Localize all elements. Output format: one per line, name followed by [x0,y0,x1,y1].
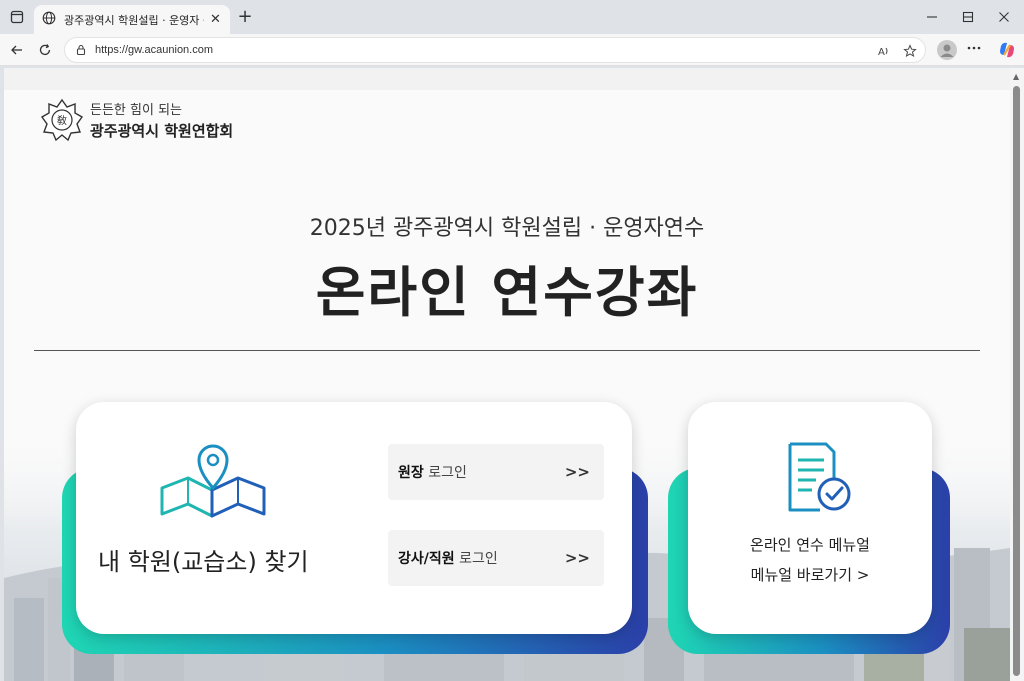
back-button[interactable] [6,39,28,61]
page-scrollbar[interactable]: ▲ [1010,68,1024,681]
maximize-button[interactable] [956,6,980,28]
manual-card[interactable]: 온라인 연수 메뉴얼 메뉴얼 바로가기 > [688,402,932,634]
find-academy-link[interactable]: 내 학원(교습소) 찾기 [98,542,309,577]
site-logo[interactable]: 敎 든든한 힘이 되는 광주광역시 학원연합회 [40,98,233,142]
manual-link[interactable]: 메뉴얼 바로가기 > [688,564,932,585]
tab-actions-icon[interactable] [6,6,28,28]
page-viewport: 敎 든든한 힘이 되는 광주광역시 학원연합회 2025년 광주광역시 학원설립… [4,68,1010,681]
staff-login-label: 강사/직원 로그인 [398,548,498,568]
staff-login-rest: 로그인 [454,551,498,567]
tab-close-icon[interactable]: ✕ [210,12,221,27]
scroll-up-icon[interactable]: ▲ [1013,72,1019,81]
more-options-icon[interactable] [966,39,982,59]
read-aloud-icon[interactable]: A [875,42,893,60]
close-window-button[interactable] [992,6,1016,28]
page-subtitle: 2025년 광주광역시 학원설립 · 운영자연수 [309,216,705,241]
staff-login-button[interactable]: 강사/직원 로그인 >> [388,530,604,586]
favorite-star-icon[interactable] [901,42,919,60]
director-login-rest: 로그인 [423,465,467,481]
page-title: 온라인 연수강좌 [315,261,699,324]
svg-text:A: A [878,47,885,58]
emblem-icon: 敎 [40,98,84,142]
address-bar: https://gw.acaunion.com A [0,34,1024,66]
director-login-arrow: >> [564,463,590,481]
staff-login-bold: 강사/직원 [398,551,455,567]
tab-title: 광주광역시 학원설립 · 운영자 등 [64,13,204,27]
director-login-bold: 원장 [398,465,424,481]
document-check-icon [788,442,851,512]
site-info-icon[interactable] [75,41,87,60]
map-pin-icon [160,444,266,518]
header-strip [4,68,1010,90]
staff-login-arrow: >> [564,549,590,567]
logo-tagline: 든든한 힘이 되는 [90,103,182,118]
tab-bar: 광주광역시 학원설립 · 운영자 등 ✕ + [0,0,1024,34]
new-tab-button[interactable]: + [236,8,254,26]
url-input[interactable]: https://gw.acaunion.com A [64,37,926,63]
globe-icon [42,10,56,29]
profile-avatar[interactable] [937,40,957,60]
minimize-button[interactable] [920,6,944,28]
scroll-thumb[interactable] [1013,86,1020,676]
url-text: https://gw.acaunion.com [95,44,214,56]
browser-tab[interactable]: 광주광역시 학원설립 · 운영자 등 ✕ [34,5,230,34]
title-divider [34,350,980,351]
copilot-icon[interactable] [997,40,1017,60]
academy-login-card: 내 학원(교습소) 찾기 원장 로그인 >> 강사/직원 로그인 >> [76,402,632,634]
director-login-button[interactable]: 원장 로그인 >> [388,444,604,500]
refresh-button[interactable] [34,39,56,61]
director-login-label: 원장 로그인 [398,462,467,482]
svg-text:敎: 敎 [57,114,67,127]
logo-name: 광주광역시 학원연합회 [90,122,234,140]
manual-title: 온라인 연수 메뉴얼 [750,536,870,554]
